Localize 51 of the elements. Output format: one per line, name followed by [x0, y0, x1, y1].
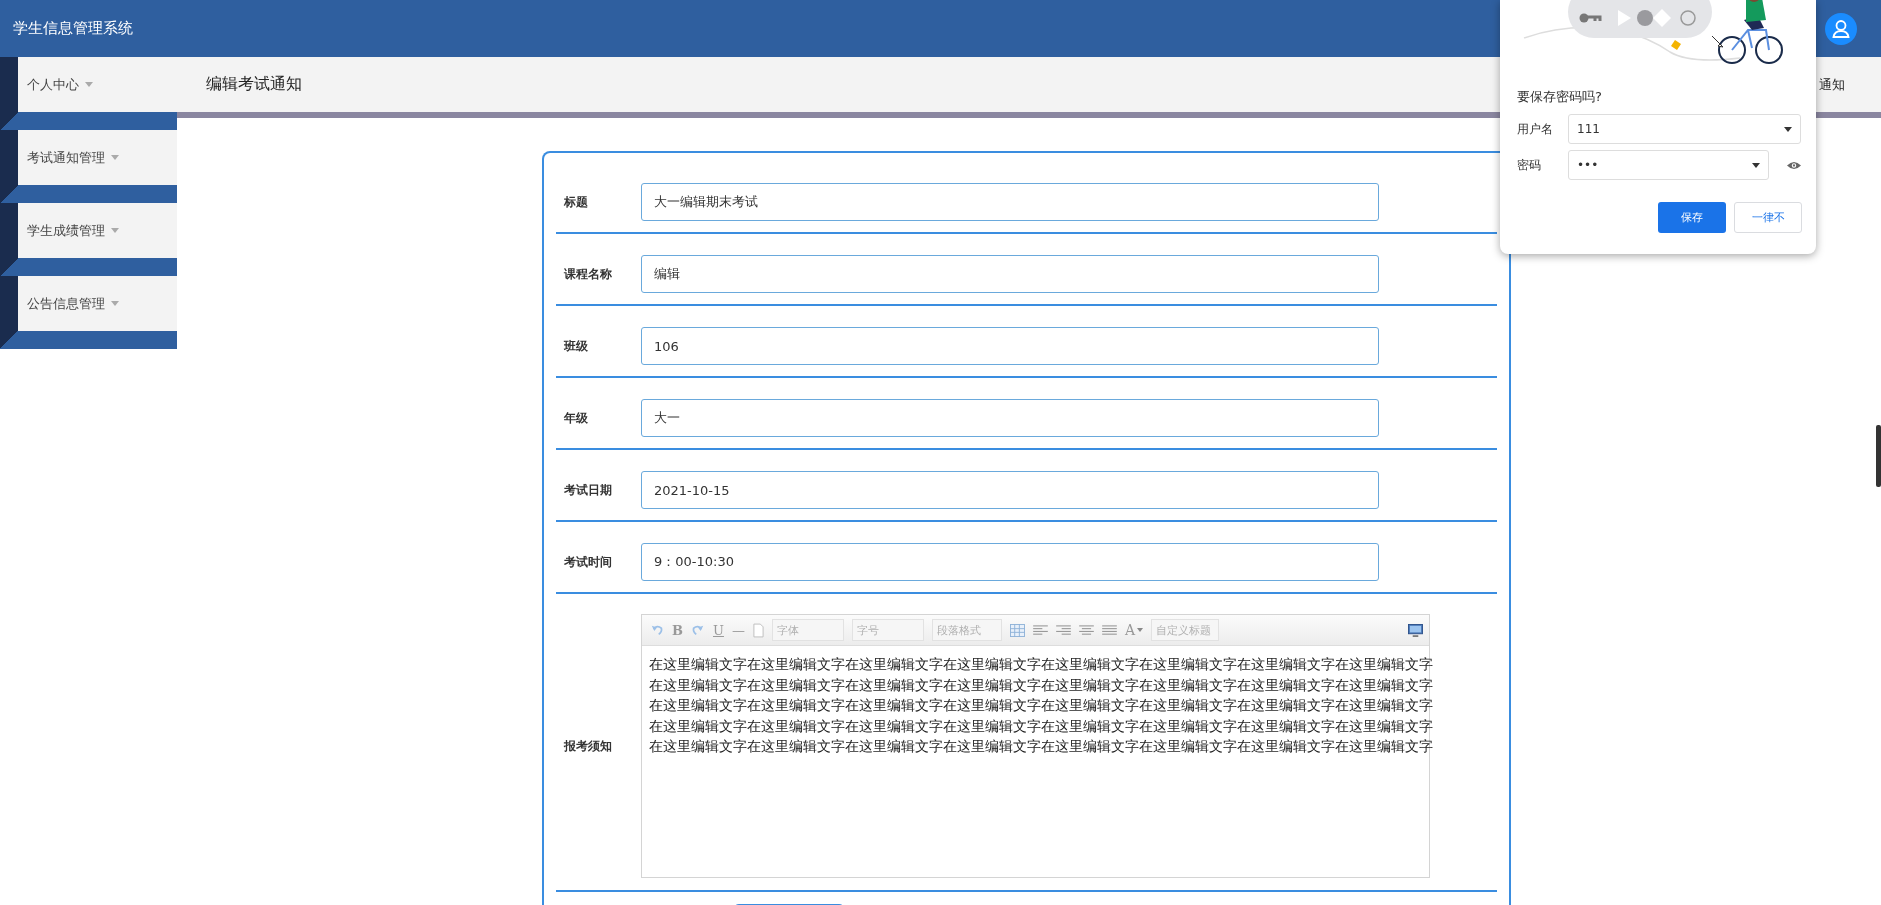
dialog-title: 要保存密码吗? [1517, 88, 1603, 106]
sidebar-strip [0, 130, 18, 185]
scrollbar-thumb[interactable] [1876, 425, 1881, 487]
dropdown-caret-icon [1784, 126, 1792, 132]
sidebar-item[interactable]: 学生成绩管理 [18, 203, 177, 258]
field-label: 年级 [564, 409, 589, 427]
app-title: 学生信息管理系统 [13, 19, 133, 38]
editor-text: 在这里编辑文字在这里编辑文字在这里编辑文字在这里编辑文字在这里编辑文字在这里编辑文字在这里编辑文字在这里编辑文字在这里编辑文字在这里编辑文字在这里编辑文字在这里编辑文字在这里编辑文字在这里编辑文字在这里编辑文字在这里编辑文字在这里编辑文字在这里编辑文字在这里编辑文字在这里编辑文字在这里编辑文字在这里编辑文字在这里编辑文字在这里编辑文字在这里编辑文字在这里编辑文字在这里编辑文字在这里编辑文字在这里编辑文字在这里编辑文字在这里编辑文字在这里编辑文字在这里编辑文字在这里编辑文字在这里编辑文字在这里编辑文字在这里编辑文字在这里编辑文字在这里编辑文字在这里编辑文字 [648, 655, 1433, 756]
caret-icon [85, 82, 93, 87]
field-label: 班级 [564, 337, 589, 355]
eye-icon[interactable] [1787, 160, 1801, 170]
input-field[interactable]: 9：00-10:30 [641, 543, 1379, 581]
field-label: 考试日期 [564, 481, 613, 499]
field-label: 报考须知 [564, 737, 613, 755]
caret-icon [111, 155, 119, 160]
document-icon[interactable] [752, 622, 764, 638]
align-right-icon[interactable] [1055, 624, 1071, 636]
sidebar-strip [0, 203, 18, 258]
sidebar-item[interactable]: 个人中心 [18, 57, 177, 112]
input-field[interactable]: 大一 [641, 399, 1379, 437]
justify-icon[interactable] [1101, 624, 1117, 636]
align-center-icon[interactable] [1078, 624, 1094, 636]
save-button[interactable]: 保存 [1658, 202, 1726, 233]
sidebar-strip [0, 276, 18, 331]
dropdown-caret-icon [1752, 162, 1760, 168]
username-label: 用户名 [1517, 120, 1554, 138]
fullscreen-icon[interactable] [1408, 623, 1423, 637]
table-icon[interactable] [1009, 623, 1025, 637]
input-field[interactable]: 2021-10-15 [641, 471, 1379, 509]
align-left-icon[interactable] [1032, 624, 1048, 636]
password-field[interactable]: ••• [1568, 150, 1769, 180]
undo-icon[interactable] [650, 623, 664, 637]
user-avatar-icon[interactable] [1825, 12, 1857, 45]
field-label: 标题 [564, 193, 589, 211]
field-label: 课程名称 [564, 265, 613, 283]
breadcrumb-text: 通知 [1819, 75, 1845, 94]
sidebar-strip [0, 57, 18, 112]
page-title: 编辑考试通知 [206, 74, 302, 95]
username-field[interactable]: 111 [1568, 114, 1801, 144]
input-field[interactable]: 106 [641, 327, 1379, 365]
sidebar-item[interactable]: 公告信息管理 [18, 276, 177, 331]
caret-icon [111, 228, 119, 233]
redo-icon[interactable] [691, 623, 705, 637]
caret-icon [111, 301, 119, 306]
input-field[interactable]: 编辑 [641, 255, 1379, 293]
never-button[interactable]: 一律不 [1734, 202, 1802, 233]
field-label: 考试时间 [564, 553, 613, 571]
sidebar-item[interactable]: 考试通知管理 [18, 130, 177, 185]
password-label: 密码 [1517, 156, 1542, 174]
input-field[interactable]: 大一编辑期末考试 [641, 183, 1379, 221]
caret-icon [1137, 628, 1144, 632]
